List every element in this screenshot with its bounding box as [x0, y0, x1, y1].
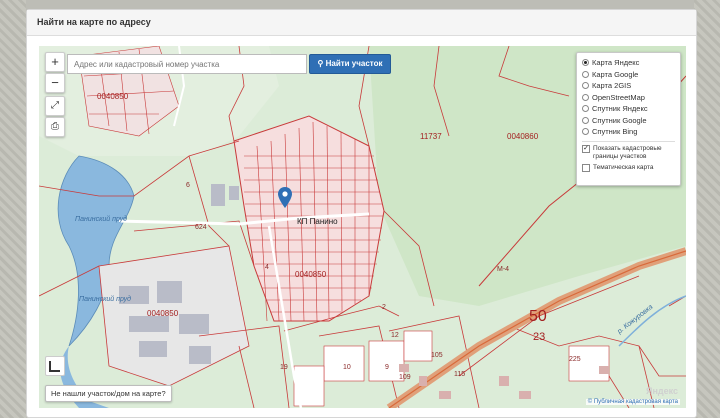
- parcel-number: 11737: [420, 132, 442, 141]
- parcel-number: 12: [391, 332, 399, 339]
- checkbox-label: Показать кадастровые границы участков: [593, 144, 662, 160]
- layer-option-google-map[interactable]: Карта Google: [582, 69, 675, 81]
- location-pin-icon[interactable]: [278, 187, 292, 208]
- parcel-number: 225: [569, 356, 581, 363]
- parcel-number: 19: [280, 364, 288, 371]
- parcel-number: 4: [265, 264, 269, 271]
- layer-option-google-satellite[interactable]: Спутник Google: [582, 115, 675, 127]
- layer-option-label: Спутник Bing: [592, 127, 638, 137]
- layer-option-label: Карта Яндекс: [592, 58, 640, 68]
- square-icon: [49, 361, 60, 372]
- quarter-label: 0040850: [147, 309, 179, 318]
- radio-icon[interactable]: [582, 105, 589, 113]
- background-right: [694, 0, 720, 418]
- layer-option-2gis-map[interactable]: Карта 2GIS: [582, 80, 675, 92]
- panel-title: Найти на карте по адресу: [27, 10, 696, 36]
- layer-option-yandex-map[interactable]: Карта Яндекс: [582, 57, 675, 69]
- radio-icon[interactable]: [582, 128, 589, 136]
- not-found-button[interactable]: Не нашли участок/дом на карте?: [45, 385, 172, 402]
- radio-icon[interactable]: [582, 70, 589, 78]
- layer-option-label: OpenStreetMap: [592, 92, 645, 102]
- show-cadastral-checkbox-row[interactable]: ✓ Показать кадастровые границы участков: [582, 144, 675, 161]
- parcel-number: 105: [431, 352, 443, 359]
- radio-icon[interactable]: [582, 116, 589, 124]
- village-label: КП Панино: [297, 217, 338, 226]
- pond-label: Панинский пруд: [79, 296, 131, 303]
- layer-option-label: Спутник Яндекс: [592, 104, 648, 114]
- layer-option-label: Карта 2GIS: [592, 81, 632, 91]
- layer-option-bing-satellite[interactable]: Спутник Bing: [582, 126, 675, 138]
- thematic-map-checkbox-row[interactable]: Тематическая карта: [582, 163, 675, 172]
- search-input[interactable]: [67, 54, 307, 74]
- checkbox-label: Тематическая карта: [593, 163, 654, 171]
- parcel-number: 6: [186, 182, 190, 189]
- road-label: М-4: [497, 266, 510, 273]
- zoom-out-button[interactable]: −: [45, 73, 65, 93]
- parcel-number: 109: [399, 374, 411, 381]
- cadastral-map[interactable]: 0040860 11737 КП Панино 0040850 0040850 …: [39, 46, 686, 408]
- search-icon: ⚲: [317, 59, 326, 68]
- parcel-number: 115: [454, 371, 466, 378]
- quarter-big-label: 50: [529, 308, 547, 325]
- map-panel: Найти на карте по адресу 0040860 11737 К…: [26, 9, 697, 418]
- measure-tool-button[interactable]: [45, 356, 65, 376]
- background-left: [0, 0, 26, 418]
- layer-option-label: Спутник Google: [592, 115, 647, 125]
- yandex-watermark: Яндекс: [645, 386, 678, 396]
- parcel-number: 624: [195, 224, 207, 231]
- radio-icon[interactable]: [582, 59, 589, 67]
- parcel-number: 9: [385, 364, 389, 371]
- layer-option-label: Карта Google: [592, 69, 639, 79]
- quarter-label: 0040860: [507, 132, 539, 141]
- attribution-link[interactable]: © Публичная кадастровая карта: [585, 399, 680, 405]
- fullscreen-icon[interactable]: ⤢: [45, 96, 65, 116]
- quarter-label: 0040850: [295, 270, 327, 279]
- layer-option-yandex-satellite[interactable]: Спутник Яндекс: [582, 103, 675, 115]
- divider: [582, 140, 675, 142]
- radio-icon[interactable]: [582, 82, 589, 90]
- checkbox-icon[interactable]: [582, 163, 590, 172]
- zoom-in-button[interactable]: +: [45, 52, 65, 72]
- pond-label: Панинский пруд: [75, 216, 127, 223]
- parcel-number: 2: [382, 304, 386, 311]
- parcel-number: 10: [343, 364, 351, 371]
- radio-icon[interactable]: [582, 93, 589, 101]
- layer-switcher: Карта Яндекс Карта Google Карта 2GIS Ope…: [576, 52, 681, 186]
- quarter-label: 0040850: [97, 92, 129, 101]
- layer-option-osm[interactable]: OpenStreetMap: [582, 92, 675, 104]
- find-parcel-button[interactable]: ⚲ Найти участок: [309, 54, 391, 74]
- checkbox-checked-icon[interactable]: ✓: [582, 144, 590, 153]
- print-icon[interactable]: ⎙: [45, 117, 65, 137]
- find-parcel-label: Найти участок: [325, 59, 383, 68]
- quarter-big-label: 23: [533, 331, 546, 343]
